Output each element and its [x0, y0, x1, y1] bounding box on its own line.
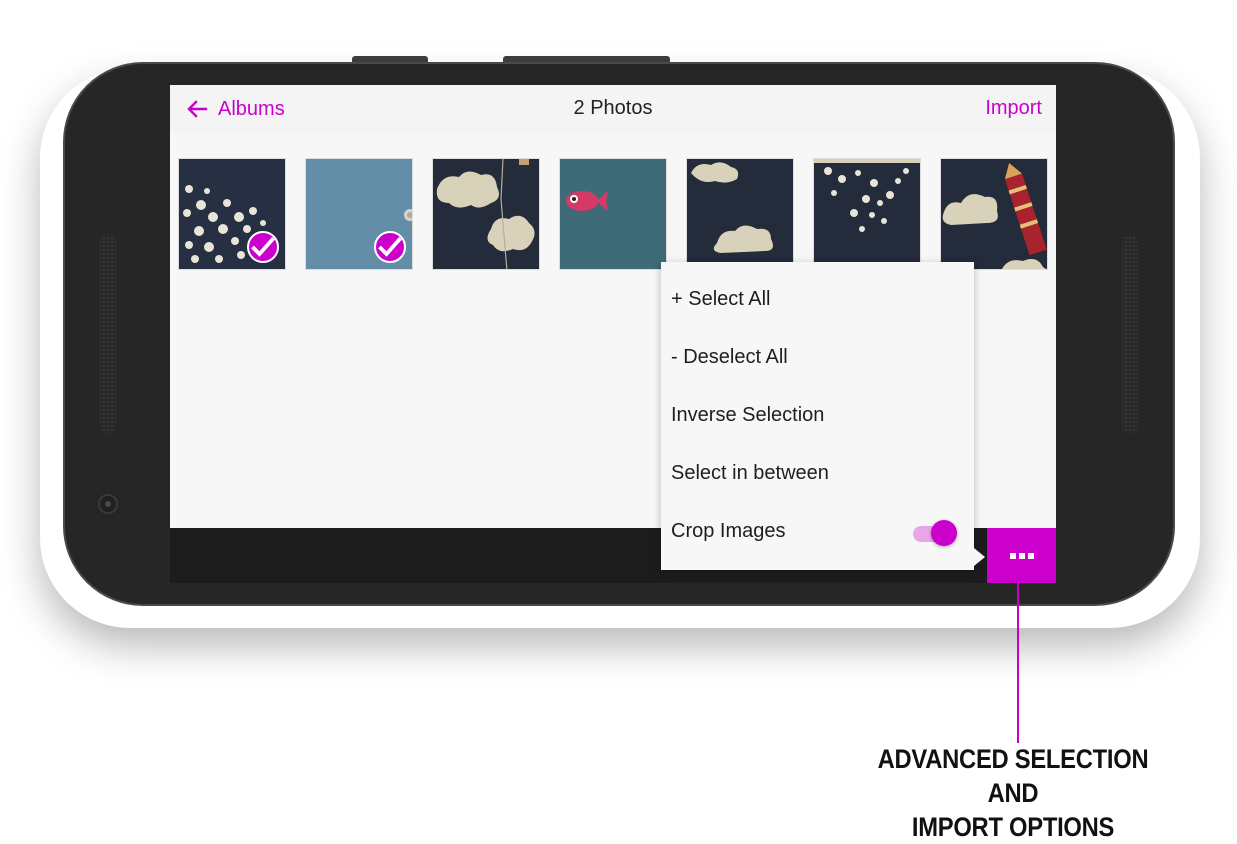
menu-item-crop-images: Crop Images	[671, 520, 786, 542]
callout-line-1: ADVANCED SELECTION AND	[877, 744, 1149, 808]
photo-thumbnail[interactable]	[813, 158, 921, 270]
options-menu: + Select All - Deselect All Inverse Sele…	[661, 262, 974, 570]
menu-pointer	[974, 548, 985, 566]
speaker-grille-left	[100, 234, 116, 434]
menu-item-select-all[interactable]: + Select All	[671, 288, 771, 318]
import-button[interactable]: Import	[985, 97, 1042, 120]
speaker-grille-right	[1122, 234, 1138, 434]
crop-images-toggle[interactable]	[913, 518, 959, 548]
photo-grid	[178, 158, 1056, 270]
top-app-bar: Albums 2 Photos Import	[170, 85, 1056, 133]
selected-check-icon	[374, 231, 406, 263]
more-options-button[interactable]	[987, 528, 1056, 583]
photo-thumbnail[interactable]	[178, 158, 286, 270]
more-dots-icon	[1009, 552, 1034, 559]
front-camera	[98, 494, 118, 514]
menu-item-select-in-between[interactable]: Select in between	[671, 462, 829, 492]
photo-thumbnail[interactable]	[432, 158, 540, 270]
callout-line	[1017, 583, 1019, 743]
callout-caption: ADVANCED SELECTION AND IMPORT OPTIONS	[852, 742, 1174, 844]
photo-thumbnail[interactable]	[305, 158, 413, 270]
photo-thumbnail[interactable]	[559, 158, 667, 270]
callout-line-2: IMPORT OPTIONS	[911, 812, 1115, 842]
selected-check-icon	[247, 231, 279, 263]
photo-thumbnail[interactable]	[940, 158, 1048, 270]
toggle-knob	[931, 520, 957, 546]
photo-thumbnail[interactable]	[686, 158, 794, 270]
page-title: 2 Photos	[573, 97, 653, 119]
menu-item-deselect-all[interactable]: - Deselect All	[671, 346, 788, 376]
menu-item-inverse-selection[interactable]: Inverse Selection	[671, 404, 824, 434]
